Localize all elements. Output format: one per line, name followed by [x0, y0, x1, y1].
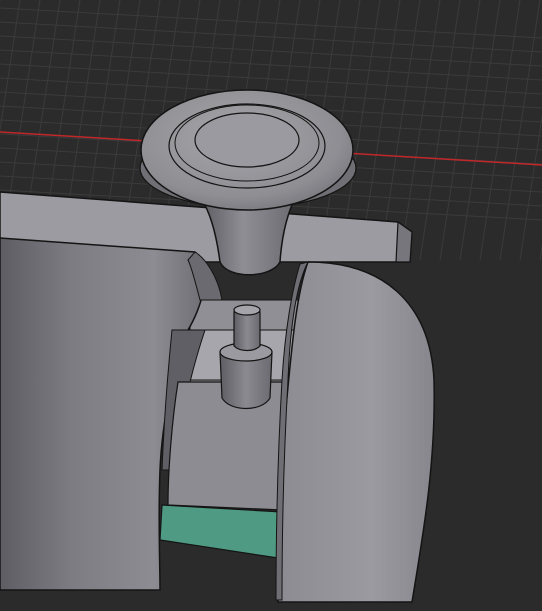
3d-viewport[interactable] [0, 0, 542, 611]
knob-cap[interactable] [139, 89, 357, 211]
right-drum[interactable] [275, 261, 435, 603]
viewport-canvas[interactable] [0, 0, 542, 611]
